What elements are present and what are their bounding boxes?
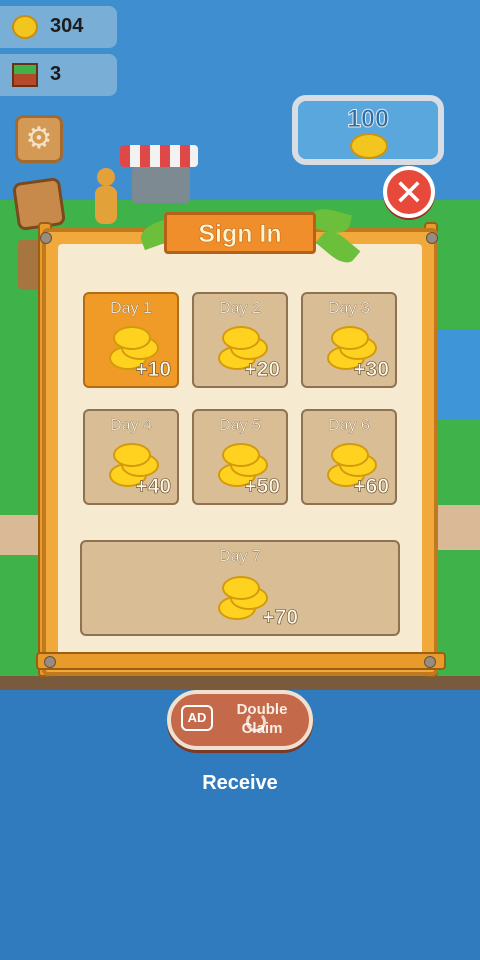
day-label: Day 6 bbox=[328, 417, 370, 434]
dialog-title: Sign In bbox=[198, 220, 282, 249]
day-card-2[interactable]: Day 2 +20 bbox=[192, 292, 288, 388]
receive-button[interactable]: Receive bbox=[190, 772, 290, 795]
frame-beam-bottom bbox=[36, 652, 446, 670]
close-icon: ✕ bbox=[393, 172, 425, 213]
stall-awning bbox=[120, 145, 198, 167]
gear-icon: ⚙ bbox=[25, 122, 53, 155]
ad-tv-icon: AD bbox=[181, 705, 213, 731]
day-reward-amount: +50 bbox=[244, 475, 280, 499]
day-reward-amount: +10 bbox=[135, 358, 171, 382]
day-card-7[interactable]: Day 7 +70 bbox=[80, 540, 400, 636]
character-head bbox=[97, 168, 115, 186]
day-reward-amount: +40 bbox=[135, 475, 171, 499]
bolt-icon bbox=[44, 656, 56, 668]
day-label: Day 1 bbox=[110, 300, 152, 317]
bolt-icon bbox=[424, 656, 436, 668]
coin-count: 304 bbox=[50, 15, 84, 37]
dialog-title-banner: Sign In bbox=[164, 212, 316, 254]
character-body bbox=[95, 186, 117, 224]
coin-icon bbox=[12, 15, 38, 39]
day-card-3[interactable]: Day 3 +30 bbox=[301, 292, 397, 388]
target-coin-icon bbox=[350, 133, 388, 159]
day-reward-amount: +60 bbox=[353, 475, 389, 499]
ad-badge: AD bbox=[187, 710, 207, 725]
day-reward-amount: +70 bbox=[262, 606, 298, 630]
target-value: 100 bbox=[347, 105, 390, 134]
coin-stack-icon bbox=[214, 574, 268, 620]
stall-counter bbox=[132, 167, 190, 203]
block-counter: 3 bbox=[0, 54, 117, 96]
day-card-4[interactable]: Day 4 +40 bbox=[83, 409, 179, 505]
day-card-1[interactable]: Day 1 +10 bbox=[83, 292, 179, 388]
day-label: Day 5 bbox=[219, 417, 261, 434]
grass-block-icon bbox=[12, 63, 38, 87]
day-reward-amount: +20 bbox=[244, 358, 280, 382]
block-count: 3 bbox=[50, 63, 62, 85]
settings-button[interactable]: ⚙ bbox=[15, 115, 63, 163]
day-label: Day 7 bbox=[219, 548, 261, 565]
coin-target-pad: 100 bbox=[292, 95, 444, 165]
day-label: Day 4 bbox=[110, 417, 152, 434]
day-label: Day 3 bbox=[328, 300, 370, 317]
double-claim-button[interactable]: AD Double Claim bbox=[167, 690, 313, 750]
bolt-icon bbox=[40, 232, 52, 244]
day-card-5[interactable]: Day 5 +50 bbox=[192, 409, 288, 505]
day-reward-amount: +30 bbox=[353, 358, 389, 382]
day-card-6[interactable]: Day 6 +60 bbox=[301, 409, 397, 505]
day-label: Day 2 bbox=[219, 300, 261, 317]
player-character bbox=[92, 168, 118, 228]
loading-spinner-icon bbox=[246, 712, 266, 732]
close-button[interactable]: ✕ bbox=[383, 166, 435, 218]
coin-counter: 304 bbox=[0, 6, 117, 48]
market-stall bbox=[120, 145, 200, 210]
bolt-icon bbox=[426, 232, 438, 244]
